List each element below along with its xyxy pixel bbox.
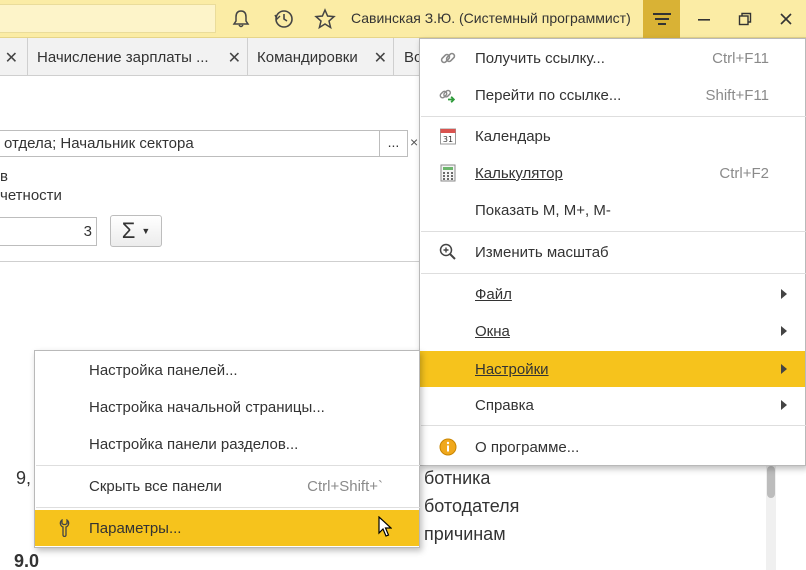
tab-label: Командировки bbox=[257, 48, 358, 66]
main-menu: Получить ссылку... Ctrl+F11 Перейти по с… bbox=[419, 38, 806, 466]
submenu-item-sections-panel-settings[interactable]: Настройка панели разделов... bbox=[35, 427, 419, 462]
settings-submenu: Настройка панелей... Настройка начальной… bbox=[34, 350, 420, 548]
menu-item-windows[interactable]: Окна bbox=[420, 314, 805, 348]
chevron-right-icon bbox=[781, 400, 787, 410]
history-icon[interactable] bbox=[272, 7, 296, 31]
tab-previous[interactable]: ✕ bbox=[0, 38, 28, 76]
info-icon bbox=[439, 438, 457, 456]
tab-close-icon[interactable]: ✕ bbox=[5, 48, 18, 68]
submenu-item-shortcut: Ctrl+Shift+` bbox=[307, 478, 383, 495]
submenu-item-parameters[interactable]: Параметры... bbox=[35, 510, 419, 546]
clear-icon[interactable]: × bbox=[410, 134, 418, 150]
restore-icon[interactable] bbox=[725, 0, 765, 38]
zoom-icon bbox=[439, 243, 457, 261]
menu-separator bbox=[36, 465, 420, 466]
menu-item-label: Показать М, М+, М- bbox=[475, 201, 611, 219]
submenu-item-label: Настройка начальной страницы... bbox=[89, 399, 325, 416]
sigma-icon: Σ bbox=[121, 218, 136, 243]
search-input[interactable] bbox=[0, 4, 216, 33]
menu-item-label: Получить ссылку... bbox=[475, 49, 605, 67]
user-title: Савинская З.Ю. (Системный программист) bbox=[351, 10, 631, 26]
row-value: 9, bbox=[16, 468, 32, 488]
menu-item-calendar[interactable]: 31 Календарь bbox=[420, 119, 805, 153]
calculator-icon bbox=[439, 164, 457, 182]
go-to-link-icon bbox=[439, 86, 457, 104]
submenu-item-panel-settings[interactable]: Настройка панелей... bbox=[35, 353, 419, 388]
row-text: причинам bbox=[424, 524, 506, 544]
sum-button[interactable]: Σ ▼ bbox=[110, 215, 162, 247]
select-button[interactable]: ... bbox=[379, 130, 408, 157]
row-value: 9.0 bbox=[14, 551, 40, 570]
menu-item-shortcut: Shift+F11 bbox=[705, 86, 769, 104]
tab-close-icon[interactable]: ✕ bbox=[374, 48, 387, 68]
wrench-icon bbox=[57, 518, 73, 538]
menu-item-show-memory[interactable]: Показать М, М+, М- bbox=[420, 193, 805, 227]
submenu-item-label: Параметры... bbox=[89, 519, 182, 537]
menu-separator bbox=[421, 425, 806, 426]
number-field[interactable]: 3 bbox=[0, 217, 97, 246]
menu-item-label: Календарь bbox=[475, 127, 551, 145]
menu-item-go-to-link[interactable]: Перейти по ссылке... Shift+F11 bbox=[420, 78, 805, 112]
scrollbar-thumb[interactable] bbox=[767, 466, 775, 498]
menu-item-label: Калькулятор bbox=[475, 165, 563, 182]
label-line-2: четности bbox=[0, 187, 62, 204]
close-icon[interactable] bbox=[766, 0, 806, 38]
menu-item-settings[interactable]: Настройки bbox=[420, 351, 805, 387]
menu-item-help[interactable]: Справка bbox=[420, 388, 805, 422]
menu-item-label: Калькулятор bbox=[475, 164, 563, 182]
tab-payroll[interactable]: Начисление зарплаты ... ✕ bbox=[28, 38, 248, 76]
menu-item-shortcut: Ctrl+F2 bbox=[719, 164, 769, 182]
submenu-item-label: Настройка панелей... bbox=[89, 362, 238, 379]
chevron-down-icon: ▼ bbox=[141, 226, 151, 236]
star-icon[interactable] bbox=[313, 7, 337, 31]
menu-item-calculator[interactable]: Калькулятор Ctrl+F2 bbox=[420, 156, 805, 190]
menu-item-label: Файл bbox=[475, 285, 512, 303]
menu-item-shortcut: Ctrl+F11 bbox=[712, 49, 769, 67]
calendar-icon: 31 bbox=[439, 127, 457, 145]
position-field[interactable]: отдела; Начальник сектора bbox=[0, 130, 380, 157]
chevron-right-icon bbox=[781, 364, 787, 374]
submenu-item-label: Скрыть все панели bbox=[89, 478, 222, 495]
main-menu-button[interactable] bbox=[643, 0, 680, 38]
tab-business-trips[interactable]: Командировки ✕ bbox=[248, 38, 394, 76]
chevron-right-icon bbox=[781, 326, 787, 336]
menu-item-label: Справка bbox=[475, 396, 534, 414]
menu-separator bbox=[36, 507, 420, 508]
minimize-icon[interactable] bbox=[684, 0, 724, 38]
tab-label: Начисление зарплаты ... bbox=[37, 48, 209, 66]
menu-separator bbox=[421, 231, 806, 232]
menu-separator bbox=[421, 116, 806, 117]
title-bar: Савинская З.Ю. (Системный программист) bbox=[0, 0, 806, 38]
menu-item-file[interactable]: Файл bbox=[420, 277, 805, 311]
bell-icon[interactable] bbox=[229, 7, 253, 31]
menu-item-label: Настройки bbox=[475, 360, 549, 378]
link-icon bbox=[439, 49, 457, 67]
row-text: ботника bbox=[424, 468, 491, 488]
submenu-item-hide-all-panels[interactable]: Скрыть все панели Ctrl+Shift+` bbox=[35, 469, 419, 504]
tab-close-icon[interactable]: ✕ bbox=[228, 48, 241, 68]
svg-text:31: 31 bbox=[443, 135, 453, 144]
menu-item-label: О программе... bbox=[475, 438, 580, 456]
submenu-item-label: Настройка панели разделов... bbox=[89, 436, 299, 453]
submenu-item-start-page-settings[interactable]: Настройка начальной страницы... bbox=[35, 390, 419, 425]
menu-separator bbox=[421, 273, 806, 274]
menu-item-get-link[interactable]: Получить ссылку... Ctrl+F11 bbox=[420, 41, 805, 75]
menu-item-label: Перейти по ссылке... bbox=[475, 86, 622, 104]
hamburger-menu-icon bbox=[652, 13, 671, 25]
label-line-1: в bbox=[0, 168, 8, 185]
mouse-pointer-icon bbox=[378, 515, 393, 542]
chevron-right-icon bbox=[781, 289, 787, 299]
menu-item-zoom[interactable]: Изменить масштаб bbox=[420, 235, 805, 269]
divider bbox=[0, 261, 420, 262]
menu-item-about[interactable]: О программе... bbox=[420, 430, 805, 464]
menu-item-label: Окна bbox=[475, 322, 510, 340]
menu-item-label: Изменить масштаб bbox=[475, 243, 609, 261]
row-text: ботодателя bbox=[424, 496, 520, 516]
